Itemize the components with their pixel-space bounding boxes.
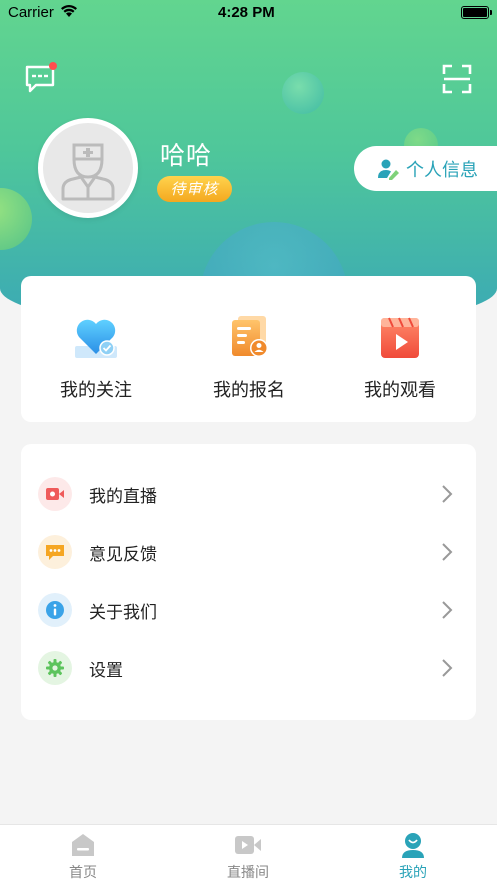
- shortcut-label: 我的关注: [60, 380, 132, 401]
- menu-item-label: 关于我们: [89, 602, 157, 623]
- heart-icon: [71, 312, 121, 362]
- battery-icon: [461, 6, 492, 19]
- user-name: 哈哈: [160, 141, 213, 170]
- decor-bubble: [282, 72, 324, 114]
- shortcuts-card: 我的关注 我的报名 我的观看: [21, 276, 476, 422]
- tab-live-room[interactable]: 直播间: [198, 831, 298, 882]
- tab-mine[interactable]: 我的: [363, 831, 463, 882]
- info-icon: [38, 593, 72, 627]
- chevron-right-icon: [442, 543, 453, 561]
- scan-button[interactable]: [442, 64, 472, 94]
- scan-icon: [442, 64, 472, 94]
- avatar[interactable]: [38, 118, 138, 218]
- menu-item-feedback[interactable]: 意见反馈: [21, 530, 476, 574]
- home-icon: [68, 831, 98, 859]
- live-room-icon: [233, 831, 263, 859]
- decor-bubble: [0, 188, 32, 250]
- carrier-label: Carrier: [8, 4, 54, 21]
- chevron-right-icon: [442, 659, 453, 677]
- shortcut-my-follows[interactable]: 我的关注: [36, 312, 156, 402]
- video-clapper-icon: [375, 312, 425, 362]
- registration-icon: [224, 312, 274, 362]
- menu-item-my-live[interactable]: 我的直播: [21, 472, 476, 516]
- menu-item-about-us[interactable]: 关于我们: [21, 588, 476, 632]
- user-edit-icon: [378, 159, 399, 180]
- menu-item-label: 我的直播: [89, 486, 157, 507]
- status-badge: 待审核: [157, 176, 232, 202]
- tab-home[interactable]: 首页: [33, 831, 133, 882]
- tab-label: 首页: [69, 865, 97, 881]
- user-icon: [398, 831, 428, 859]
- chevron-right-icon: [442, 601, 453, 619]
- chevron-right-icon: [442, 485, 453, 503]
- wifi-icon: [60, 4, 78, 21]
- personal-info-label: 个人信息: [406, 159, 478, 181]
- camera-icon: [38, 477, 72, 511]
- menu-item-settings[interactable]: 设置: [21, 646, 476, 690]
- shortcut-label: 我的观看: [364, 380, 436, 401]
- tab-label: 我的: [399, 865, 427, 881]
- doctor-avatar-icon: [61, 143, 115, 201]
- menu-item-label: 设置: [89, 660, 123, 681]
- feedback-icon: [38, 535, 72, 569]
- menu-card: 我的直播 意见反馈 关于我们 设置: [21, 444, 476, 720]
- clock: 4:28 PM: [218, 4, 275, 21]
- shortcut-label: 我的报名: [213, 380, 285, 401]
- shortcut-my-registrations[interactable]: 我的报名: [189, 312, 309, 402]
- tab-bar: 首页 直播间 我的: [0, 824, 497, 883]
- shortcut-my-views[interactable]: 我的观看: [340, 312, 460, 402]
- tab-label: 直播间: [227, 865, 269, 881]
- personal-info-button[interactable]: 个人信息: [354, 146, 497, 191]
- unread-dot: [49, 62, 57, 70]
- gear-icon: [38, 651, 72, 685]
- status-bar: Carrier 4:28 PM: [0, 0, 497, 26]
- menu-item-label: 意见反馈: [89, 544, 157, 565]
